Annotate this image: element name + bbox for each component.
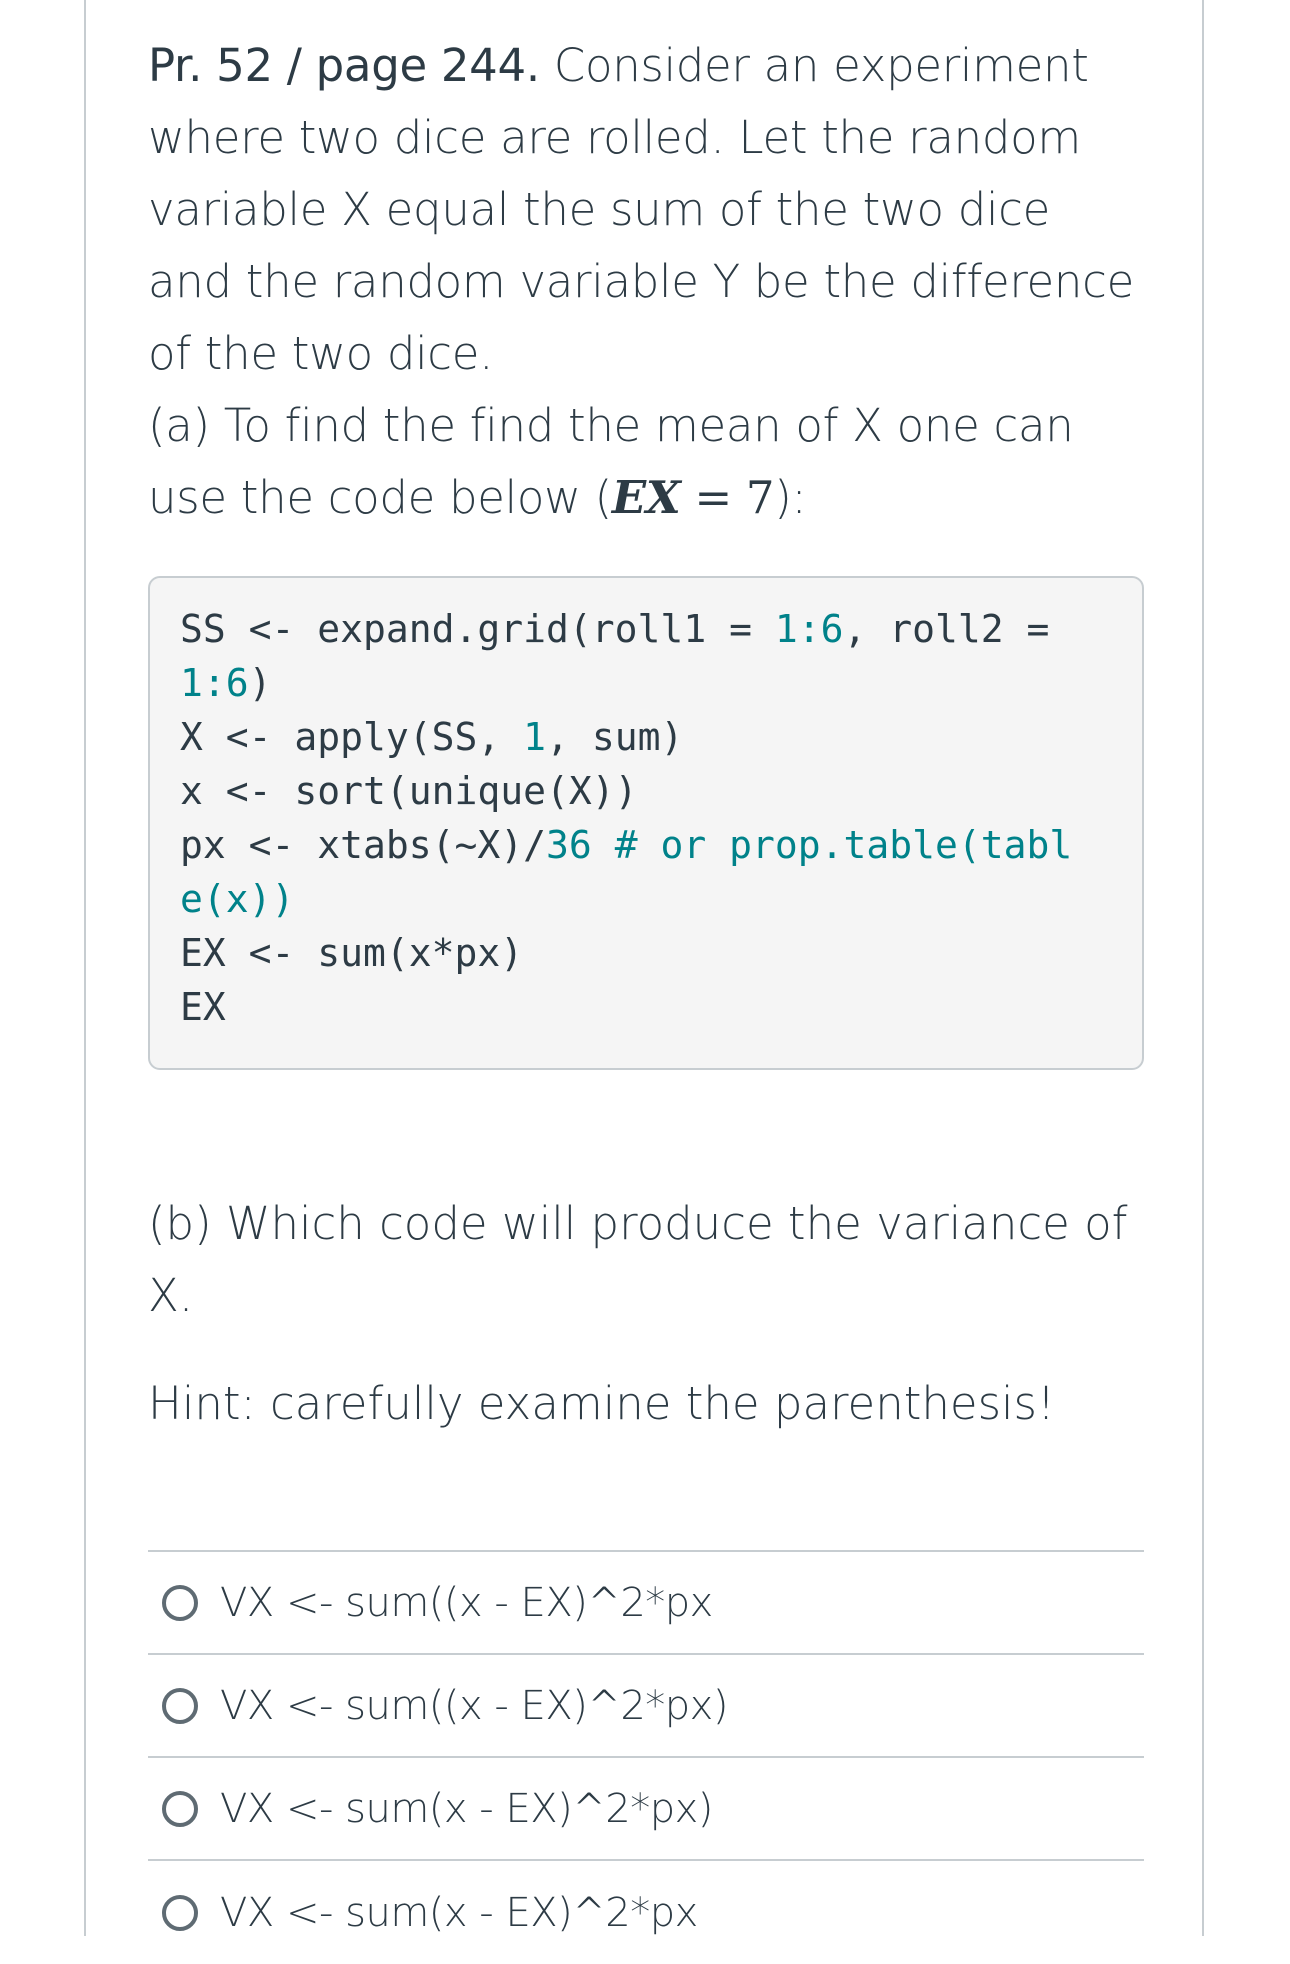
math-ex: EX (611, 471, 681, 524)
answer-option-4[interactable]: VX <- sum(x - EX)^2*px (148, 1861, 1144, 1964)
part-a-prefix: (a) To find the find the mean of X one c… (148, 399, 1074, 524)
code-line-2: 1:6) (180, 661, 272, 705)
code-line-6: e(x)) (180, 877, 295, 921)
answer-label: VX <- sum((x - EX)^2*px) (220, 1682, 728, 1729)
math-eq: = 7 (680, 471, 775, 524)
radio-button[interactable] (162, 1687, 198, 1724)
code-line-1: SS <- expand.grid(roll1 = 1:6, roll2 = (180, 607, 1050, 651)
code-line-5: px <- xtabs(~X)/36 # or prop.table(tabl (180, 823, 1073, 867)
code-line-8: EX (180, 985, 226, 1029)
code-line-7: EX <- sum(x*px) (180, 931, 524, 975)
answer-label: VX <- sum(x - EX)^2*px (220, 1889, 698, 1936)
question-content: Pr. 52 / page 244. Consider an experimen… (148, 30, 1144, 1964)
answer-option-2[interactable]: VX <- sum((x - EX)^2*px) (148, 1655, 1144, 1758)
code-line-4: x <- sort(unique(X)) (180, 769, 638, 813)
question-title: Pr. 52 / page 244. (148, 39, 540, 92)
question-text: Pr. 52 / page 244. Consider an experimen… (148, 30, 1144, 534)
answer-list: VX <- sum((x - EX)^2*px VX <- sum((x - E… (148, 1550, 1144, 1964)
part-b-question: (b) Which code will produce the variance… (148, 1197, 1128, 1322)
code-line-3: X <- apply(SS, 1, sum) (180, 715, 684, 759)
answer-label: VX <- sum((x - EX)^2*px (220, 1579, 713, 1626)
part-a-suffix: ): (774, 471, 807, 524)
radio-button[interactable] (162, 1894, 198, 1931)
answer-label: VX <- sum(x - EX)^2*px) (220, 1785, 713, 1832)
answer-option-1[interactable]: VX <- sum((x - EX)^2*px (148, 1552, 1144, 1655)
radio-button[interactable] (162, 1790, 198, 1827)
radio-button[interactable] (162, 1584, 198, 1621)
answer-option-3[interactable]: VX <- sum(x - EX)^2*px) (148, 1758, 1144, 1861)
hint-text: Hint: carefully examine the parenthesis! (148, 1377, 1056, 1430)
code-block: SS <- expand.grid(roll1 = 1:6, roll2 = 1… (148, 576, 1144, 1070)
